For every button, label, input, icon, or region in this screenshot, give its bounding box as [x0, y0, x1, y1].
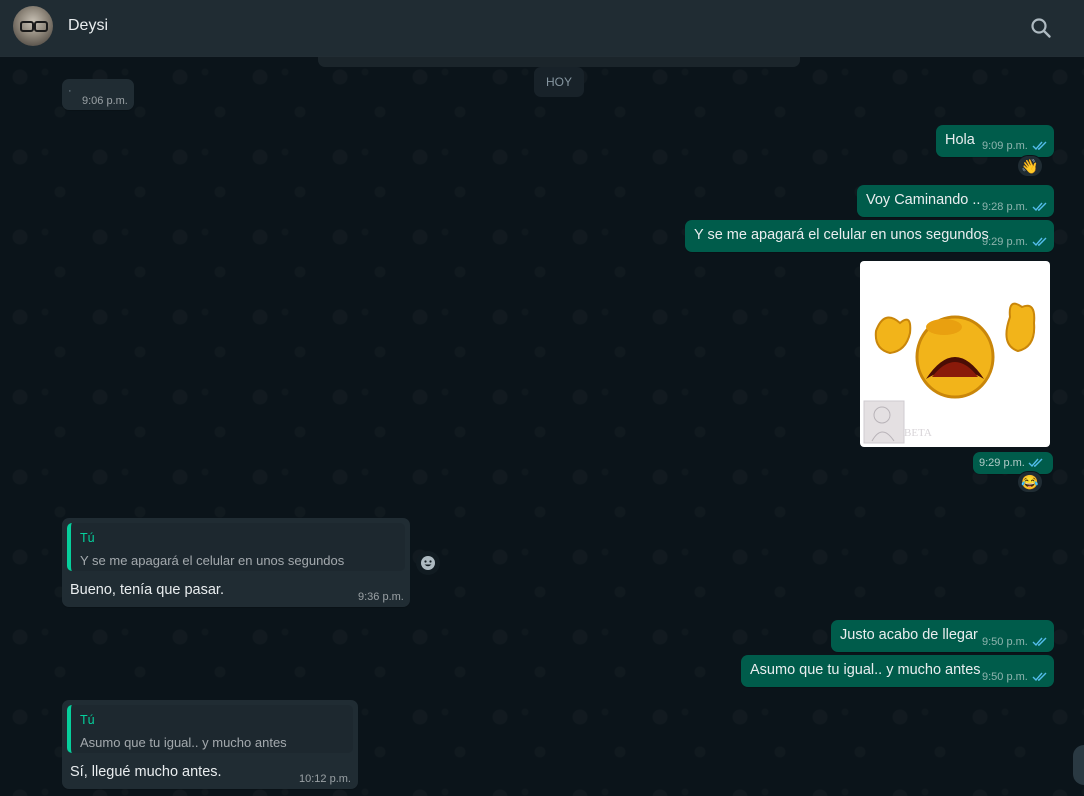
message-time: 10:12 p.m.	[299, 773, 351, 785]
search-icon	[1031, 18, 1051, 38]
message-text: Asumo que tu igual.. y mucho antes	[750, 662, 981, 678]
crying-face-sticker-icon	[863, 302, 1036, 444]
quote-author: Tú	[80, 713, 95, 727]
message-time: 9:50 p.m.	[982, 636, 1028, 648]
message-outgoing[interactable]: Y se me apagará el celular en unos segun…	[685, 220, 1054, 252]
sticker-message[interactable]: BETA	[860, 261, 1050, 447]
double-check-icon	[1032, 141, 1047, 151]
message-reaction[interactable]: 😂	[1017, 471, 1043, 493]
message-time: 9:06 p.m.	[82, 95, 128, 107]
message-time: 9:09 p.m.	[982, 140, 1028, 152]
message-list[interactable]: HOY · 9:06 p.m. Hola 9:09 p.m. 👋 Voy Cam…	[0, 57, 1084, 796]
message-outgoing[interactable]: Justo acabo de llegar 9:50 p.m.	[831, 620, 1054, 652]
message-incoming[interactable]: Tú Y se me apagará el celular en unos se…	[62, 518, 410, 607]
message-outgoing[interactable]: Hola 9:09 p.m.	[936, 125, 1054, 157]
message-text: Voy Caminando ..	[866, 192, 981, 208]
search-button[interactable]	[1027, 14, 1055, 42]
message-text: Sí, llegué mucho antes.	[70, 764, 222, 780]
quote-text: Asumo que tu igual.. y mucho antes	[80, 735, 287, 750]
double-check-icon	[1032, 237, 1047, 247]
message-incoming[interactable]: Tú Asumo que tu igual.. y mucho antes Sí…	[62, 700, 358, 789]
message-time: 9:28 p.m.	[982, 201, 1028, 213]
quoted-message[interactable]: Tú Y se me apagará el celular en unos se…	[67, 523, 405, 571]
contact-name[interactable]: Deysi	[68, 17, 108, 35]
message-text: Justo acabo de llegar	[840, 627, 978, 643]
previous-message-edge	[318, 57, 800, 67]
message-text: Bueno, tenía que pasar.	[70, 582, 224, 598]
message-time: 9:50 p.m.	[982, 671, 1028, 683]
quoted-message[interactable]: Tú Asumo que tu igual.. y mucho antes	[67, 705, 353, 753]
double-check-icon	[1032, 672, 1047, 682]
quote-author: Tú	[80, 531, 95, 545]
message-outgoing[interactable]: Voy Caminando .. 9:28 p.m.	[857, 185, 1054, 217]
message-incoming[interactable]: · 9:06 p.m.	[62, 79, 134, 110]
double-check-icon	[1028, 458, 1043, 468]
message-time: 9:36 p.m.	[358, 591, 404, 603]
sticker-time-badge: 9:29 p.m.	[973, 452, 1053, 474]
chat-header: Deysi	[0, 0, 1084, 57]
react-button[interactable]	[416, 551, 440, 575]
scroll-to-bottom-button[interactable]	[1073, 745, 1084, 785]
message-outgoing[interactable]: Asumo que tu igual.. y mucho antes 9:50 …	[741, 655, 1054, 687]
message-text: Hola	[945, 132, 975, 148]
sticker-watermark: BETA	[904, 427, 932, 439]
message-text: ·	[68, 85, 72, 97]
message-text: Y se me apagará el celular en unos segun…	[694, 227, 989, 243]
message-time: 9:29 p.m.	[979, 457, 1025, 469]
emoji-icon	[421, 556, 435, 570]
avatar-glasses-right	[34, 21, 48, 32]
message-time: 9:29 p.m.	[982, 236, 1028, 248]
date-divider: HOY	[534, 67, 584, 97]
quote-text: Y se me apagará el celular en unos segun…	[80, 553, 345, 568]
double-check-icon	[1032, 202, 1047, 212]
double-check-icon	[1032, 637, 1047, 647]
avatar-glasses-left	[20, 21, 34, 32]
message-reaction[interactable]: 👋	[1017, 155, 1043, 177]
avatar[interactable]	[13, 6, 53, 46]
